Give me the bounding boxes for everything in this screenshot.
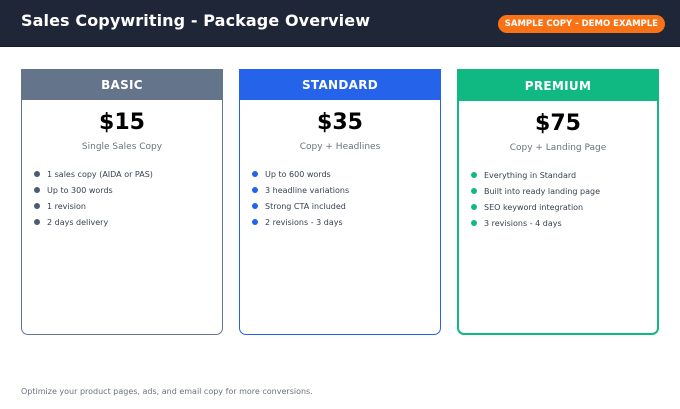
package-card-standard[interactable]: STANDARD $35 Copy + Headlines Up to 600 … xyxy=(239,69,441,335)
feature-text: 1 revision xyxy=(47,201,86,211)
sample-badge: SAMPLE COPY - DEMO EXAMPLE xyxy=(497,15,665,33)
feature-text: Up to 600 words xyxy=(265,169,331,179)
feature-text: Built into ready landing page xyxy=(484,186,601,196)
package-price: $15 xyxy=(99,110,145,135)
bullet-dot-icon xyxy=(34,219,40,225)
package-price: $35 xyxy=(317,110,363,135)
bullet-dot-icon xyxy=(471,188,477,194)
feature-item: 2 revisions - 3 days xyxy=(252,214,440,230)
footer-note: Optimize your product pages, ads, and em… xyxy=(21,387,313,396)
feature-item: Built into ready landing page xyxy=(471,183,657,199)
package-name: STANDARD xyxy=(240,70,440,100)
feature-list: 1 sales copy (AIDA or PAS) Up to 300 wor… xyxy=(22,166,222,230)
bullet-dot-icon xyxy=(471,204,477,210)
package-subtitle: Copy + Landing Page xyxy=(509,143,607,153)
package-card-basic[interactable]: BASIC $15 Single Sales Copy 1 sales copy… xyxy=(21,69,223,335)
package-subtitle: Single Sales Copy xyxy=(81,142,163,152)
feature-item: 1 revision xyxy=(34,198,222,214)
bullet-dot-icon xyxy=(34,203,40,209)
feature-text: Everything in Standard xyxy=(484,170,577,180)
feature-item: 3 headline variations xyxy=(252,182,440,198)
feature-item: Everything in Standard xyxy=(471,167,657,183)
feature-text: 2 revisions - 3 days xyxy=(265,217,343,227)
page-title: Sales Copywriting - Package Overview xyxy=(21,11,371,30)
feature-item: Strong CTA included xyxy=(252,198,440,214)
feature-text: SEO keyword integration xyxy=(484,202,584,212)
feature-text: Up to 300 words xyxy=(47,185,113,195)
feature-list: Up to 600 words 3 headline variations St… xyxy=(240,166,440,230)
header-bar: Sales Copywriting - Package Overview SAM… xyxy=(0,0,680,47)
feature-item: 2 days delivery xyxy=(34,214,222,230)
feature-text: 2 days delivery xyxy=(47,217,109,227)
package-subtitle: Copy + Headlines xyxy=(299,142,381,152)
feature-text: Strong CTA included xyxy=(265,201,346,211)
feature-text: 3 headline variations xyxy=(265,185,350,195)
package-name: BASIC xyxy=(22,70,222,100)
feature-list: Everything in Standard Built into ready … xyxy=(459,167,657,231)
package-price: $75 xyxy=(535,111,581,136)
feature-text: 3 revisions - 4 days xyxy=(484,218,562,228)
package-name: PREMIUM xyxy=(459,71,657,101)
bullet-dot-icon xyxy=(471,172,477,178)
bullet-dot-icon xyxy=(252,219,258,225)
bullet-dot-icon xyxy=(252,203,258,209)
bullet-dot-icon xyxy=(34,187,40,193)
bullet-dot-icon xyxy=(34,171,40,177)
bullet-dot-icon xyxy=(471,220,477,226)
package-card-premium[interactable]: PREMIUM $75 Copy + Landing Page Everythi… xyxy=(457,69,659,335)
bullet-dot-icon xyxy=(252,187,258,193)
feature-item: Up to 300 words xyxy=(34,182,222,198)
feature-item: SEO keyword integration xyxy=(471,199,657,215)
bullet-dot-icon xyxy=(252,171,258,177)
feature-item: Up to 600 words xyxy=(252,166,440,182)
feature-item: 1 sales copy (AIDA or PAS) xyxy=(34,166,222,182)
feature-item: 3 revisions - 4 days xyxy=(471,215,657,231)
feature-text: 1 sales copy (AIDA or PAS) xyxy=(47,169,153,179)
